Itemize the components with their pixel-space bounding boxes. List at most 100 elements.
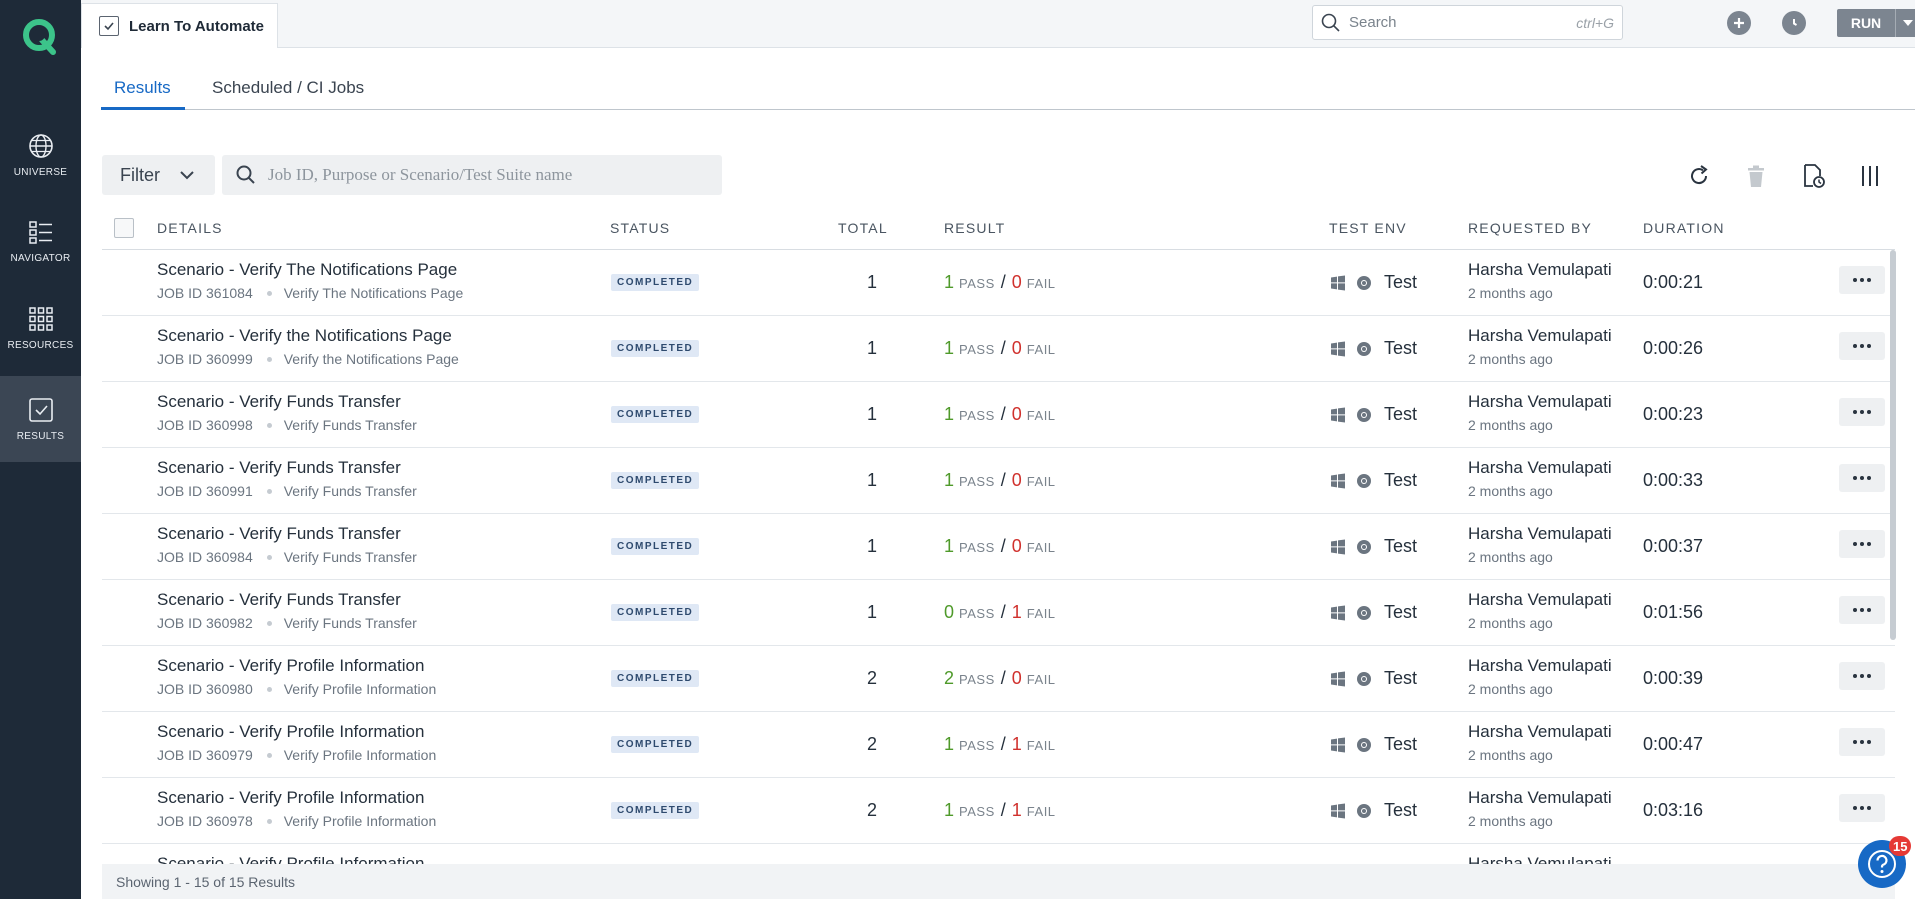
search-placeholder: Search (1349, 14, 1397, 31)
total-count: 1 (866, 470, 877, 490)
scenario-title[interactable]: Scenario - Verify Funds Transfer (157, 524, 401, 544)
requested-time: 2 months ago (1468, 747, 1553, 763)
history-button[interactable] (1782, 11, 1806, 35)
refresh-icon[interactable] (1686, 163, 1712, 189)
table-row[interactable]: Scenario - Verify Profile Information JOB… (102, 646, 1895, 712)
table-row[interactable]: Scenario - Verify The Notifications Page… (102, 250, 1895, 316)
column-header-requested-by[interactable]: REQUESTED BY (1468, 220, 1592, 236)
table-row[interactable]: Scenario - Verify Profile Information JOB… (102, 778, 1895, 844)
sidebar-item-resources[interactable]: RESOURCES (0, 285, 81, 371)
more-icon (1867, 410, 1871, 414)
tab-scheduled-ci-jobs[interactable]: Scheduled / CI Jobs (212, 78, 364, 98)
more-icon (1860, 740, 1864, 744)
row-actions-button[interactable] (1839, 596, 1885, 624)
select-all-checkbox[interactable] (114, 218, 134, 238)
scenario-title[interactable]: Scenario - Verify Profile Information (157, 854, 424, 864)
results-tabs: Results Scheduled / CI Jobs (101, 48, 1915, 110)
scenario-title[interactable]: Scenario - Verify The Notifications Page (157, 260, 457, 280)
row-actions-button[interactable] (1839, 398, 1885, 426)
total-count: 1 (866, 404, 877, 424)
fail-label: FAIL (1026, 672, 1056, 687)
pass-count: 1 (944, 800, 955, 820)
duration: 0:01:56 (1643, 602, 1704, 622)
env-name: Test (1384, 734, 1418, 754)
table-row[interactable]: Scenario - Verify Funds Transfer JOB ID 3… (102, 580, 1895, 646)
result-separator: / (1000, 536, 1006, 556)
job-id: JOB ID 360991 (157, 483, 253, 499)
pass-label: PASS (959, 474, 995, 489)
suite-name: Verify Funds Transfer (283, 615, 417, 631)
result-separator: / (1000, 404, 1006, 424)
results-footer: Showing 1 - 15 of 15 Results (102, 864, 1895, 899)
result-separator: / (1000, 272, 1006, 292)
fail-count: 0 (1011, 470, 1022, 490)
scenario-title[interactable]: Scenario - Verify Funds Transfer (157, 590, 401, 610)
row-actions-button[interactable] (1839, 662, 1885, 690)
job-details: JOB ID 360980 Verify Profile Information (157, 681, 436, 697)
scenario-title[interactable]: Scenario - Verify Profile Information (157, 656, 424, 676)
app-tab[interactable]: Learn To Automate (81, 3, 278, 48)
global-search-input[interactable]: Search ctrl+G (1312, 5, 1623, 40)
column-header-duration[interactable]: DURATION (1643, 220, 1725, 236)
scenario-title[interactable]: Scenario - Verify Funds Transfer (157, 392, 401, 412)
result-summary: 1 PASS /0 FAIL (944, 404, 1056, 425)
pass-label: PASS (959, 276, 995, 291)
scenario-title[interactable]: Scenario - Verify Funds Transfer (157, 458, 401, 478)
table-row[interactable]: Scenario - Verify Funds Transfer JOB ID 3… (102, 382, 1895, 448)
run-label: RUN (1850, 15, 1882, 31)
run-button[interactable]: RUN (1837, 9, 1915, 37)
windows-icon (1331, 275, 1345, 290)
sidebar-item-results[interactable]: RESULTS (0, 376, 81, 462)
pass-count: 1 (944, 338, 955, 358)
result-summary: 1 PASS /0 FAIL (944, 470, 1056, 491)
column-header-result[interactable]: RESULT (944, 220, 1005, 236)
column-header-status[interactable]: STATUS (610, 220, 670, 236)
row-actions-button[interactable] (1839, 530, 1885, 558)
job-id: JOB ID 360984 (157, 549, 253, 565)
job-search-input[interactable]: Job ID, Purpose or Scenario/Test Suite n… (222, 155, 722, 195)
job-search-placeholder: Job ID, Purpose or Scenario/Test Suite n… (268, 165, 573, 184)
chrome-icon (1357, 473, 1371, 488)
run-dropdown[interactable] (1895, 9, 1915, 37)
table-row[interactable]: Scenario - Verify Profile Information Har… (102, 844, 1895, 864)
add-button[interactable] (1727, 11, 1751, 35)
table-scrollbar[interactable] (1890, 250, 1896, 640)
tab-results[interactable]: Results (114, 78, 171, 98)
table-row[interactable]: Scenario - Verify Funds Transfer JOB ID 3… (102, 514, 1895, 580)
row-actions-button[interactable] (1839, 464, 1885, 492)
chrome-icon (1357, 539, 1371, 554)
row-actions-button[interactable] (1839, 332, 1885, 360)
column-header-details[interactable]: DETAILS (157, 220, 223, 236)
scenario-title[interactable]: Scenario - Verify Profile Information (157, 788, 424, 808)
column-header-test-env[interactable]: TEST ENV (1329, 220, 1407, 236)
columns-icon[interactable] (1857, 163, 1883, 189)
more-icon (1860, 476, 1864, 480)
job-details: JOB ID 360991 Verify Funds Transfer (157, 483, 417, 499)
table-row[interactable]: Scenario - Verify the Notifications Page… (102, 316, 1895, 382)
scenario-title[interactable]: Scenario - Verify the Notifications Page (157, 326, 452, 346)
suite-name: Verify the Notifications Page (283, 351, 459, 367)
duration: 0:00:26 (1643, 338, 1704, 358)
more-icon (1867, 608, 1871, 612)
export-report-icon[interactable] (1800, 163, 1826, 189)
top-bar: Learn To Automate Search ctrl+G RUN JJ (81, 0, 1915, 48)
table-row[interactable]: Scenario - Verify Profile Information JOB… (102, 712, 1895, 778)
more-icon (1867, 542, 1871, 546)
sidebar-item-universe[interactable]: UNIVERSE (0, 112, 81, 198)
duration: 0:00:21 (1643, 272, 1704, 292)
sidebar-item-navigator[interactable]: NAVIGATOR (0, 198, 81, 284)
row-actions-button[interactable] (1839, 266, 1885, 294)
pass-label: PASS (959, 408, 995, 423)
delete-icon[interactable] (1743, 163, 1769, 189)
row-actions-button[interactable] (1839, 794, 1885, 822)
more-icon (1867, 344, 1871, 348)
row-actions-button[interactable] (1839, 728, 1885, 756)
filter-dropdown[interactable]: Filter (102, 155, 215, 195)
scenario-title[interactable]: Scenario - Verify Profile Information (157, 722, 424, 742)
test-env: Test (1330, 470, 1417, 491)
qyrus-logo-icon[interactable] (20, 16, 60, 56)
more-icon (1867, 740, 1871, 744)
table-row[interactable]: Scenario - Verify Funds Transfer JOB ID 3… (102, 448, 1895, 514)
sidebar-item-label: RESULTS (16, 430, 65, 442)
column-header-total[interactable]: TOTAL (838, 220, 888, 236)
